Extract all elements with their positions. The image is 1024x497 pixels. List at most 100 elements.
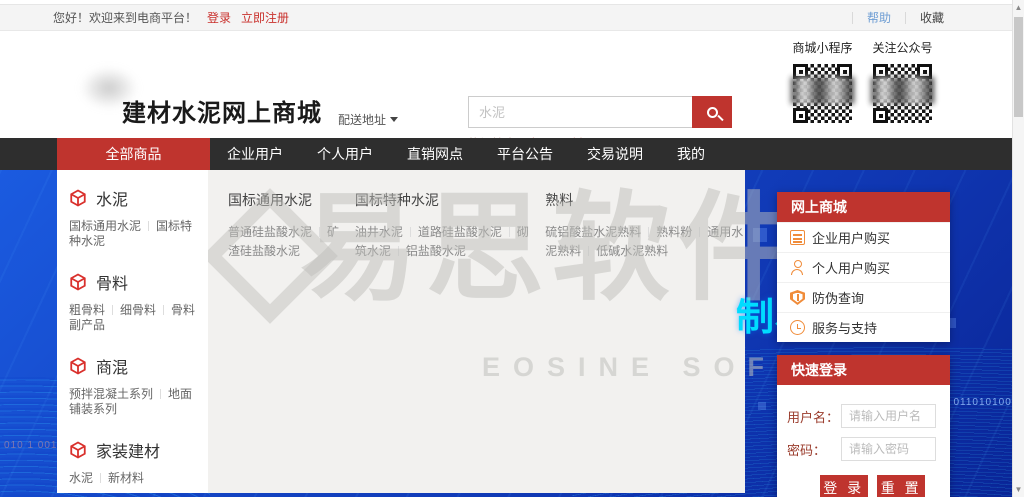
- mega-column-links: 油井水泥道路硅盐酸水泥砌筑水泥铝盐酸水泥: [355, 223, 532, 261]
- login-button[interactable]: 登 录: [820, 475, 868, 497]
- search-icon: [707, 107, 718, 118]
- password-row: 密码：: [787, 437, 936, 461]
- mega-column-title: 国标通用水泥: [228, 190, 342, 210]
- mall-panel-item-label: 服务与支持: [812, 318, 877, 337]
- mega-column-links: 普通硅盐酸水泥矿渣硅盐酸水泥: [228, 223, 342, 261]
- mall-panel-item[interactable]: 企业用户购买: [777, 222, 950, 252]
- search-box: [468, 96, 732, 128]
- mega-column-title: 国标特种水泥: [355, 190, 532, 210]
- content: 101 011010100 010 1 0010 1 制、科 易思软件 EOSI…: [0, 170, 1024, 497]
- category-sublinks: 水泥 新材料: [69, 471, 196, 486]
- mall-panel-item[interactable]: 个人用户购买: [777, 252, 950, 282]
- divider: [648, 227, 649, 237]
- category-link[interactable]: 水泥: [69, 471, 93, 485]
- category-link[interactable]: 熟料粉: [656, 225, 692, 239]
- category-link[interactable]: 粗骨料: [69, 303, 105, 317]
- category-link[interactable]: 普通硅盐酸水泥: [228, 225, 312, 239]
- shield-icon: [790, 290, 805, 305]
- divider: [319, 227, 320, 237]
- nav-item-label: 个人用户: [317, 144, 373, 164]
- cube-icon: [69, 273, 87, 291]
- category-link[interactable]: 细骨料: [120, 303, 156, 317]
- nav-item[interactable]: 直销网点: [390, 138, 480, 170]
- qr-group: 商城小程序 关注公众号: [791, 39, 934, 125]
- category-section: 家装建材 水泥 新材料: [69, 438, 196, 486]
- category-link[interactable]: 油井水泥: [355, 225, 403, 239]
- nav-item-label: 全部商品: [106, 144, 162, 164]
- category-name: 骨料: [96, 270, 128, 294]
- mall-panel-title: 网上商城: [777, 192, 950, 222]
- qr-blur-overlay: [871, 77, 934, 104]
- category-section: 水泥 国标通用水泥国标特种水泥: [69, 186, 196, 249]
- category-title[interactable]: 水泥: [69, 186, 196, 210]
- nav-item-label: 直销网点: [407, 144, 463, 164]
- qr-blur-overlay: [791, 77, 854, 104]
- qr-finder: [873, 108, 888, 123]
- category-link[interactable]: 道路硅盐酸水泥: [418, 225, 502, 239]
- mega-menu-column: 熟料 硫铝酸盐水泥熟料熟料粉通用水泥熟料低碱水泥熟料: [545, 190, 745, 493]
- delivery-address-label: 配送地址: [338, 111, 386, 128]
- qr-finder: [793, 108, 808, 123]
- topbar-left: 您好！欢迎来到电商平台！ 登录 立即注册: [53, 9, 289, 26]
- category-link[interactable]: 硫铝酸盐水泥熟料: [545, 225, 641, 239]
- category-link[interactable]: 低碱水泥熟料: [596, 244, 668, 258]
- mall-panel-item-label: 个人用户购买: [812, 258, 890, 277]
- scroll-down-arrow[interactable]: ▼: [1013, 485, 1024, 494]
- chevron-down-icon: [390, 117, 398, 122]
- greeting-text: 您好！欢迎来到电商平台！: [53, 9, 197, 26]
- category-link[interactable]: 铝盐酸水泥: [406, 244, 466, 258]
- category-link[interactable]: 国标通用水泥: [69, 219, 141, 233]
- divider: [410, 227, 411, 237]
- login-link[interactable]: 登录: [207, 9, 231, 26]
- category-link[interactable]: 新材料: [108, 471, 144, 485]
- header: 建材水泥网上商城 配送地址 热门搜索: 水泥骨料 商城小程序: [0, 31, 1012, 138]
- category-title[interactable]: 家装建材: [69, 438, 196, 462]
- scrollbar-thumb[interactable]: [1014, 17, 1023, 117]
- nav-item[interactable]: 全部商品: [57, 138, 210, 170]
- nav-item[interactable]: 交易说明: [570, 138, 660, 170]
- category-title[interactable]: 商混: [69, 354, 196, 378]
- qr-code-miniprogram: [791, 62, 854, 125]
- nav-item[interactable]: 我的: [660, 138, 722, 170]
- quick-login-body: 用户名： 密码： 登 录 重 置: [777, 385, 950, 497]
- nav-item[interactable]: 平台公告: [480, 138, 570, 170]
- divider: [160, 389, 161, 399]
- mega-menu: 国标通用水泥 普通硅盐酸水泥矿渣硅盐酸水泥 国标特种水泥 油井水泥 道路硅盐酸水泥…: [208, 170, 745, 493]
- page: 您好！欢迎来到电商平台！ 登录 立即注册 帮助 收藏 建材水泥网上商城 配送地址…: [0, 0, 1024, 497]
- divider: [398, 246, 399, 256]
- main-nav: 全部商品 企业用户 个人用户 直销网点 平台公告: [0, 138, 1024, 170]
- reset-button[interactable]: 重 置: [877, 475, 925, 497]
- nav-spacer: [0, 138, 57, 170]
- mega-column-links: 硫铝酸盐水泥熟料熟料粉通用水泥熟料低碱水泥熟料: [545, 223, 745, 261]
- enterprise-icon: [790, 230, 805, 245]
- category-link[interactable]: 预拌混凝土系列: [69, 387, 153, 401]
- scroll-up-arrow[interactable]: ▲: [1013, 3, 1024, 12]
- search-button[interactable]: [692, 96, 732, 128]
- help-link[interactable]: 帮助: [853, 9, 905, 26]
- nav-item[interactable]: 个人用户: [300, 138, 390, 170]
- nav-item-label: 企业用户: [227, 144, 283, 164]
- mega-menu-column: 国标通用水泥 普通硅盐酸水泥矿渣硅盐酸水泥: [228, 190, 342, 493]
- category-title[interactable]: 骨料: [69, 270, 196, 294]
- nav-item[interactable]: 企业用户: [210, 138, 300, 170]
- mega-column-title: 熟料: [545, 190, 745, 210]
- divider: [509, 227, 510, 237]
- register-link[interactable]: 立即注册: [241, 9, 289, 26]
- qr-miniprogram-label: 商城小程序: [792, 39, 852, 56]
- search-input[interactable]: [468, 96, 692, 128]
- scrollbar[interactable]: ▲ ▼: [1012, 0, 1024, 497]
- cube-icon: [69, 189, 87, 207]
- favorite-link[interactable]: 收藏: [906, 9, 958, 26]
- mega-menu-column: 国标特种水泥 油井水泥道路硅盐酸水泥砌筑水泥铝盐酸水泥: [355, 190, 532, 493]
- password-field[interactable]: [841, 437, 936, 461]
- mall-panel-items: 企业用户购买 个人用户购买 防伪查询 服务与支持: [777, 222, 950, 342]
- category-sublinks: 粗骨料细骨料骨料副产品: [69, 303, 196, 333]
- mall-panel-item[interactable]: 服务与支持: [777, 312, 950, 342]
- qr-block-official-account: 关注公众号: [871, 39, 934, 125]
- divider: [699, 227, 700, 237]
- mall-panel-item[interactable]: 防伪查询: [777, 282, 950, 312]
- username-field[interactable]: [841, 404, 936, 428]
- delivery-address-dropdown[interactable]: 配送地址: [338, 111, 398, 128]
- mall-panel-item-label: 企业用户购买: [812, 228, 890, 247]
- nav-item-label: 平台公告: [497, 144, 553, 164]
